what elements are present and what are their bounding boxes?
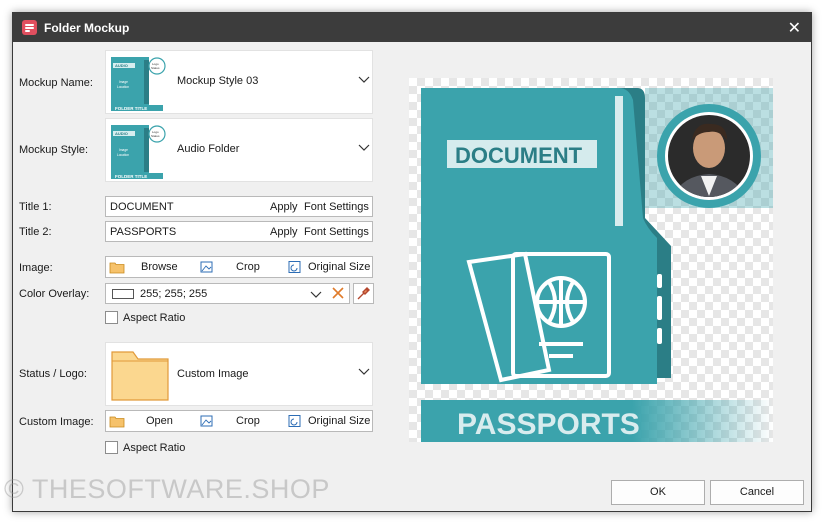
mockup-name-value: Mockup Style 03: [177, 75, 259, 87]
color-overlay-label: Color Overlay:: [19, 288, 90, 300]
aspect-ratio-label: Aspect Ratio: [123, 312, 186, 324]
chevron-down-icon: [358, 368, 370, 379]
image-label: Image:: [19, 262, 53, 274]
title2-input[interactable]: PASSPORTS: [110, 226, 176, 238]
folder-preview-graphic: DOCUMENT PASSPORTS: [421, 88, 773, 442]
svg-text:Image: Image: [119, 148, 128, 152]
custom-image-label: Custom Image:: [19, 416, 94, 428]
title2-font-settings-button[interactable]: Font Settings: [304, 226, 369, 238]
crop-button[interactable]: Crop: [236, 261, 260, 273]
original-size-icon: [288, 261, 301, 273]
svg-text:FOLDER TITLE: FOLDER TITLE: [115, 174, 147, 179]
mockup-name-dropdown[interactable]: AUDIO Image Location Logo Status FOLDER …: [105, 50, 373, 114]
original-size-button[interactable]: Original Size: [308, 415, 370, 427]
crop-button[interactable]: Crop: [236, 415, 260, 427]
open-button[interactable]: Open: [146, 415, 173, 427]
folder-icon: [109, 416, 125, 428]
title2-label: Title 2:: [19, 226, 52, 238]
mockup-preview: DOCUMENT PASSPORTS: [409, 78, 773, 442]
crop-icon: [200, 261, 213, 273]
aspect-ratio-label: Aspect Ratio: [123, 442, 186, 454]
title1-field: DOCUMENT Apply Font Settings: [105, 196, 373, 217]
svg-text:FOLDER TITLE: FOLDER TITLE: [115, 106, 147, 111]
close-icon[interactable]: ✕: [788, 18, 801, 38]
chevron-down-icon: [358, 144, 370, 155]
window-title: Folder Mockup: [44, 21, 130, 35]
eyedropper-button[interactable]: [353, 283, 374, 304]
svg-text:AUDIO: AUDIO: [115, 131, 128, 136]
title1-font-settings-button[interactable]: Font Settings: [304, 201, 369, 213]
svg-text:Location: Location: [117, 153, 129, 157]
preview-title2: PASSPORTS: [457, 408, 640, 441]
mockup-style-thumbnail: AUDIO Image Location Logo Status FOLDER …: [109, 122, 167, 179]
app-icon: [22, 20, 37, 35]
status-logo-label: Status / Logo:: [19, 368, 87, 380]
clear-color-icon[interactable]: [331, 286, 345, 303]
aspect-ratio-checkbox[interactable]: [105, 441, 118, 454]
status-logo-value: Custom Image: [177, 368, 249, 380]
title2-field: PASSPORTS Apply Font Settings: [105, 221, 373, 242]
color-swatch: [112, 289, 134, 299]
crop-icon: [200, 415, 213, 427]
cancel-button[interactable]: Cancel: [710, 480, 804, 505]
mockup-name-label: Mockup Name:: [19, 77, 93, 89]
folder-mockup-dialog: Folder Mockup ✕ Mockup Name: AUDIO Image…: [12, 12, 812, 512]
title2-apply-button[interactable]: Apply: [270, 226, 298, 238]
mockup-name-thumbnail: AUDIO Image Location Logo Status FOLDER …: [109, 54, 167, 111]
ok-button[interactable]: OK: [611, 480, 705, 505]
chevron-down-icon: [310, 290, 322, 302]
aspect-ratio-checkbox[interactable]: [105, 311, 118, 324]
color-overlay-value: 255; 255; 255: [140, 288, 208, 300]
chevron-down-icon: [358, 76, 370, 87]
original-size-icon: [288, 415, 301, 427]
eyedropper-icon: [357, 287, 370, 300]
image-toolbar: Browse Crop Original Size: [105, 256, 373, 278]
folder-icon: [111, 351, 169, 401]
folder-icon: [109, 262, 125, 274]
mockup-style-value: Audio Folder: [177, 143, 240, 155]
title1-label: Title 1:: [19, 201, 52, 213]
title1-apply-button[interactable]: Apply: [270, 201, 298, 213]
mockup-style-dropdown[interactable]: AUDIO Image Location Logo Status FOLDER …: [105, 118, 373, 182]
mockup-style-label: Mockup Style:: [19, 144, 89, 156]
custom-image-toolbar: Open Crop Original Size: [105, 410, 373, 432]
browse-button[interactable]: Browse: [141, 261, 178, 273]
original-size-button[interactable]: Original Size: [308, 261, 370, 273]
color-overlay-dropdown[interactable]: 255; 255; 255: [105, 283, 350, 304]
title1-input[interactable]: DOCUMENT: [110, 201, 174, 213]
svg-text:Status: Status: [151, 134, 160, 138]
svg-text:Status: Status: [151, 66, 160, 70]
svg-text:AUDIO: AUDIO: [115, 63, 128, 68]
svg-text:Image: Image: [119, 80, 128, 84]
watermark: © THESOFTWARE.SHOP: [4, 474, 330, 504]
status-logo-dropdown[interactable]: Custom Image: [105, 342, 373, 406]
preview-title1: DOCUMENT: [455, 143, 583, 168]
title-bar: Folder Mockup ✕: [13, 13, 811, 42]
svg-text:Location: Location: [117, 85, 129, 89]
